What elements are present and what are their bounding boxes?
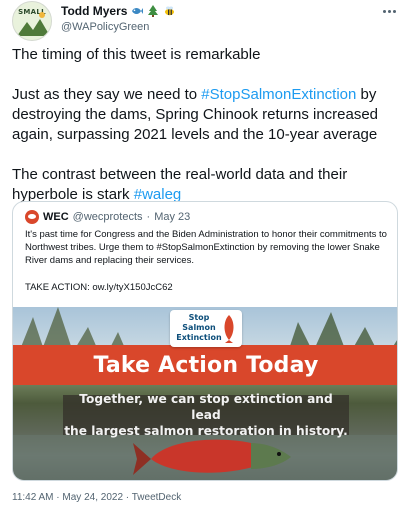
avatar-landscape-icon xyxy=(17,12,50,36)
salmon-logo-icon xyxy=(224,315,234,343)
author-display-name[interactable]: Todd Myers xyxy=(61,4,127,18)
name-row: Todd Myers xyxy=(61,3,175,19)
quoted-author-name[interactable]: WEC xyxy=(43,211,69,223)
author-avatar[interactable]: SMALL xyxy=(12,1,52,41)
quoted-tweet-card[interactable]: WEC @wecprotects · May 23 It's past time… xyxy=(12,201,398,481)
take-action-banner: Take Action Today xyxy=(13,345,397,385)
tweet-footer: 11:42 AM · May 24, 2022 · TweetDeck xyxy=(12,492,181,503)
tweet-time[interactable]: 11:42 AM xyxy=(12,492,54,503)
stop-salmon-extinction-logo: Stop Salmon Extinction xyxy=(170,310,242,347)
quoted-author-avatar[interactable] xyxy=(25,210,39,224)
tweet-paragraph-3: The contrast between the real-world data… xyxy=(12,165,404,205)
tweet-paragraph-2: Just as they say we need to #StopSalmonE… xyxy=(12,85,404,145)
quoted-author-handle[interactable]: @wecprotects xyxy=(73,211,143,223)
quoted-body: It's past time for Congress and the Bide… xyxy=(25,229,387,267)
bee-icon xyxy=(165,6,175,16)
quoted-media-image[interactable]: Take Action Today Stop Salmon Extinction… xyxy=(13,307,397,480)
footer-separator: · xyxy=(123,492,132,503)
logo-text: Stop Salmon Extinction xyxy=(176,313,222,342)
author-handle[interactable]: @WAPolicyGreen xyxy=(61,21,149,33)
tree-icon xyxy=(148,5,159,17)
tweet-source[interactable]: TweetDeck xyxy=(132,492,181,503)
quoted-date[interactable]: May 23 xyxy=(154,211,190,223)
quoted-cta: TAKE ACTION: ow.ly/tyX150JcC62 xyxy=(25,281,173,293)
quoted-tweet-header: WEC @wecprotects · May 23 xyxy=(25,210,190,224)
more-options-icon[interactable] xyxy=(379,4,399,18)
tweet-paragraph-1: The timing of this tweet is remarkable xyxy=(12,46,261,63)
hashtag-link[interactable]: #StopSalmonExtinction xyxy=(201,86,356,103)
salmon-fish-graphic xyxy=(133,439,291,475)
separator-dot: · xyxy=(146,211,151,223)
tweet-date[interactable]: May 24, 2022 xyxy=(62,492,123,503)
banner-title: Take Action Today xyxy=(93,352,319,378)
quoted-tweet-text: It's past time for Congress and the Bide… xyxy=(25,228,387,294)
tweet-text: The timing of this tweet is remarkable J… xyxy=(12,45,404,205)
tweet-text-segment: Just as they say we need to xyxy=(12,86,202,103)
fish-icon xyxy=(132,8,144,14)
tweet-header: SMALL Todd Myers @WAPolicyGreen xyxy=(0,0,411,42)
